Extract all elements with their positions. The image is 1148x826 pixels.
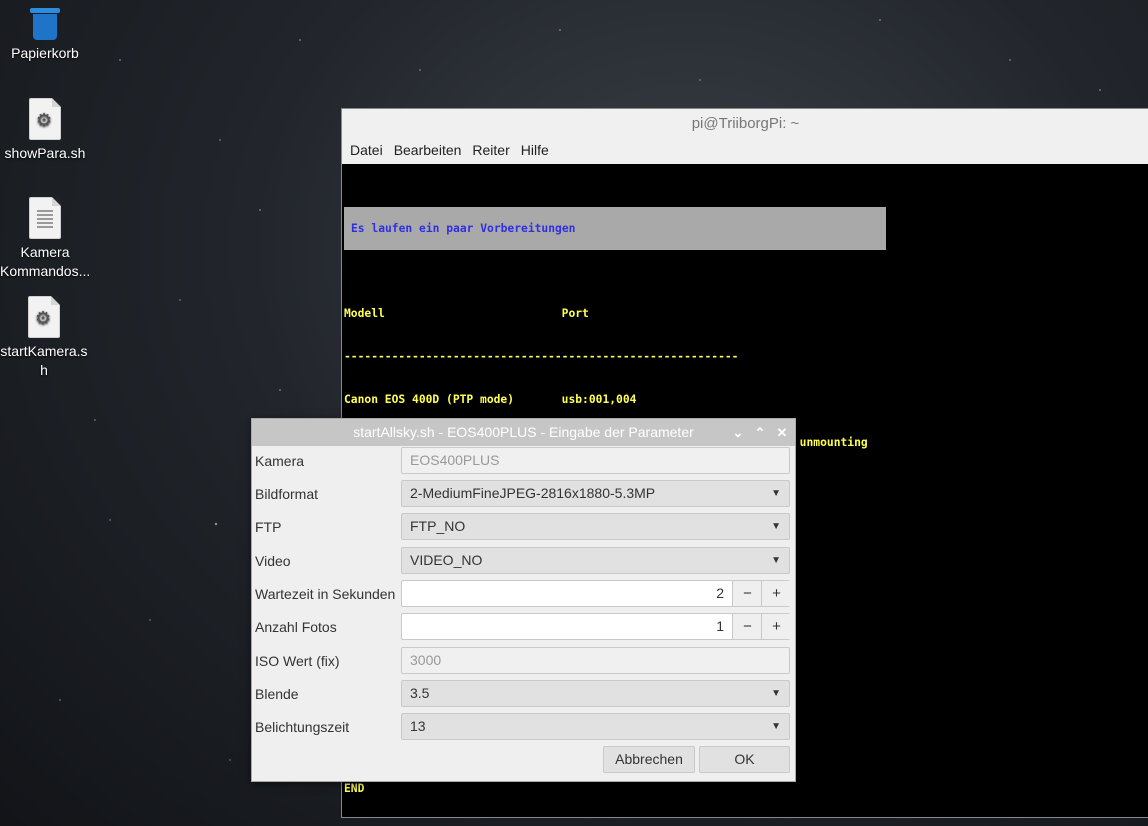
minus-icon[interactable]: − [732, 614, 762, 639]
terminal-line: ----------------------------------------… [344, 349, 739, 363]
row-kamera: Kamera EOS400PLUS [252, 447, 795, 476]
dropdown-arrow-icon: ▼ [771, 721, 781, 732]
desktop-icon-showpara[interactable]: ⚙ showPara.sh [0, 98, 90, 163]
field-label: Bildformat [255, 486, 319, 502]
field-label: ISO Wert (fix) [255, 653, 340, 669]
blende-dropdown[interactable]: 3.5 ▼ [401, 680, 790, 707]
script-file-icon: ⚙ [28, 296, 60, 338]
terminal-line: END [344, 782, 365, 796]
field-label: Anzahl Fotos [255, 619, 337, 635]
trash-icon [28, 6, 62, 40]
menu-reiter[interactable]: Reiter [472, 139, 518, 164]
menu-datei[interactable]: Datei [350, 139, 392, 164]
ok-button[interactable]: OK [699, 746, 790, 773]
anzahl-fotos-input[interactable]: 1 [402, 614, 732, 639]
desktop-icon-label: Kamera Kommandos... [0, 244, 91, 279]
minus-icon[interactable]: − [732, 581, 762, 606]
field-label: Wartezeit in Sekunden [255, 586, 396, 602]
script-file-icon: ⚙ [29, 98, 61, 140]
row-wartezeit: Wartezeit in Sekunden 2 − + [252, 580, 795, 609]
desktop-icon-label: showPara.sh [4, 145, 86, 161]
row-iso: ISO Wert (fix) 3000 [252, 647, 795, 676]
field-label: Belichtungszeit [255, 719, 350, 735]
plus-icon[interactable]: + [761, 581, 791, 606]
desktop-icon-label: startKamera.sh [0, 343, 88, 378]
row-bildformat: Bildformat 2-MediumFineJPEG-2816x1880-5.… [252, 480, 795, 509]
text-file-icon [29, 197, 61, 239]
kamera-field: EOS400PLUS [401, 447, 790, 474]
terminal-line: Modell Port [344, 306, 589, 320]
dropdown-arrow-icon: ▼ [771, 488, 781, 499]
belichtungszeit-dropdown[interactable]: 13 ▼ [401, 713, 790, 740]
row-ftp: FTP FTP_NO ▼ [252, 513, 795, 542]
video-dropdown[interactable]: VIDEO_NO ▼ [401, 547, 790, 574]
close-icon[interactable]: ✕ [775, 419, 789, 446]
terminal-line: Canon EOS 400D (PTP mode) usb:001,004 [344, 393, 637, 407]
terminal-banner: Es laufen ein paar Vorbereitungen [344, 206, 886, 250]
dropdown-arrow-icon: ▼ [771, 555, 781, 566]
field-label: FTP [255, 519, 282, 535]
desktop-icon-startkamera[interactable]: ⚙ startKamera.sh [0, 296, 88, 380]
field-label: Blende [255, 686, 299, 702]
menu-hilfe[interactable]: Hilfe [521, 139, 558, 164]
cancel-button[interactable]: Abbrechen [603, 746, 695, 773]
dropdown-value: 2-MediumFineJPEG-2816x1880-5.3MP [410, 485, 656, 501]
dropdown-arrow-icon: ▼ [771, 521, 781, 532]
desktop-icon-trash[interactable]: Papierkorb [0, 6, 90, 63]
row-belichtungszeit: Belichtungszeit 13 ▼ [252, 713, 795, 742]
plus-icon[interactable]: + [761, 614, 791, 639]
dropdown-value: 3.5 [410, 685, 430, 701]
dialog-titlebar[interactable]: startAllsky.sh - EOS400PLUS - Eingabe de… [252, 419, 795, 446]
row-blende: Blende 3.5 ▼ [252, 680, 795, 709]
menu-bearbeiten[interactable]: Bearbeiten [394, 139, 471, 164]
dropdown-value: VIDEO_NO [410, 552, 483, 568]
row-video: Video VIDEO_NO ▼ [252, 547, 795, 576]
terminal-title[interactable]: pi@TriiborgPi: ~ [342, 109, 1148, 139]
parameter-dialog[interactable]: startAllsky.sh - EOS400PLUS - Eingabe de… [251, 418, 796, 782]
desktop-icon-label: Papierkorb [11, 45, 79, 61]
maximize-icon[interactable]: ⌃ [753, 419, 767, 446]
field-label: Kamera [255, 453, 305, 469]
dropdown-value: FTP_NO [410, 518, 466, 534]
iso-field: 3000 [401, 647, 790, 674]
bildformat-dropdown[interactable]: 2-MediumFineJPEG-2816x1880-5.3MP ▼ [401, 480, 790, 507]
wartezeit-stepper[interactable]: 2 − + [401, 580, 791, 607]
dropdown-arrow-icon: ▼ [771, 688, 781, 699]
dialog-title: startAllsky.sh - EOS400PLUS - Eingabe de… [353, 424, 694, 440]
desktop-icon-kamera-kommandos[interactable]: Kamera Kommandos... [0, 197, 90, 281]
anzahl-fotos-stepper[interactable]: 1 − + [401, 613, 791, 640]
terminal-menubar: Datei Bearbeiten Reiter Hilfe [342, 139, 1148, 164]
dropdown-value: 13 [410, 718, 426, 734]
wartezeit-input[interactable]: 2 [402, 581, 732, 606]
minimize-icon[interactable]: ⌄ [731, 419, 745, 446]
ftp-dropdown[interactable]: FTP_NO ▼ [401, 513, 790, 540]
row-anzahl-fotos: Anzahl Fotos 1 − + [252, 613, 795, 642]
field-label: Video [255, 553, 291, 569]
